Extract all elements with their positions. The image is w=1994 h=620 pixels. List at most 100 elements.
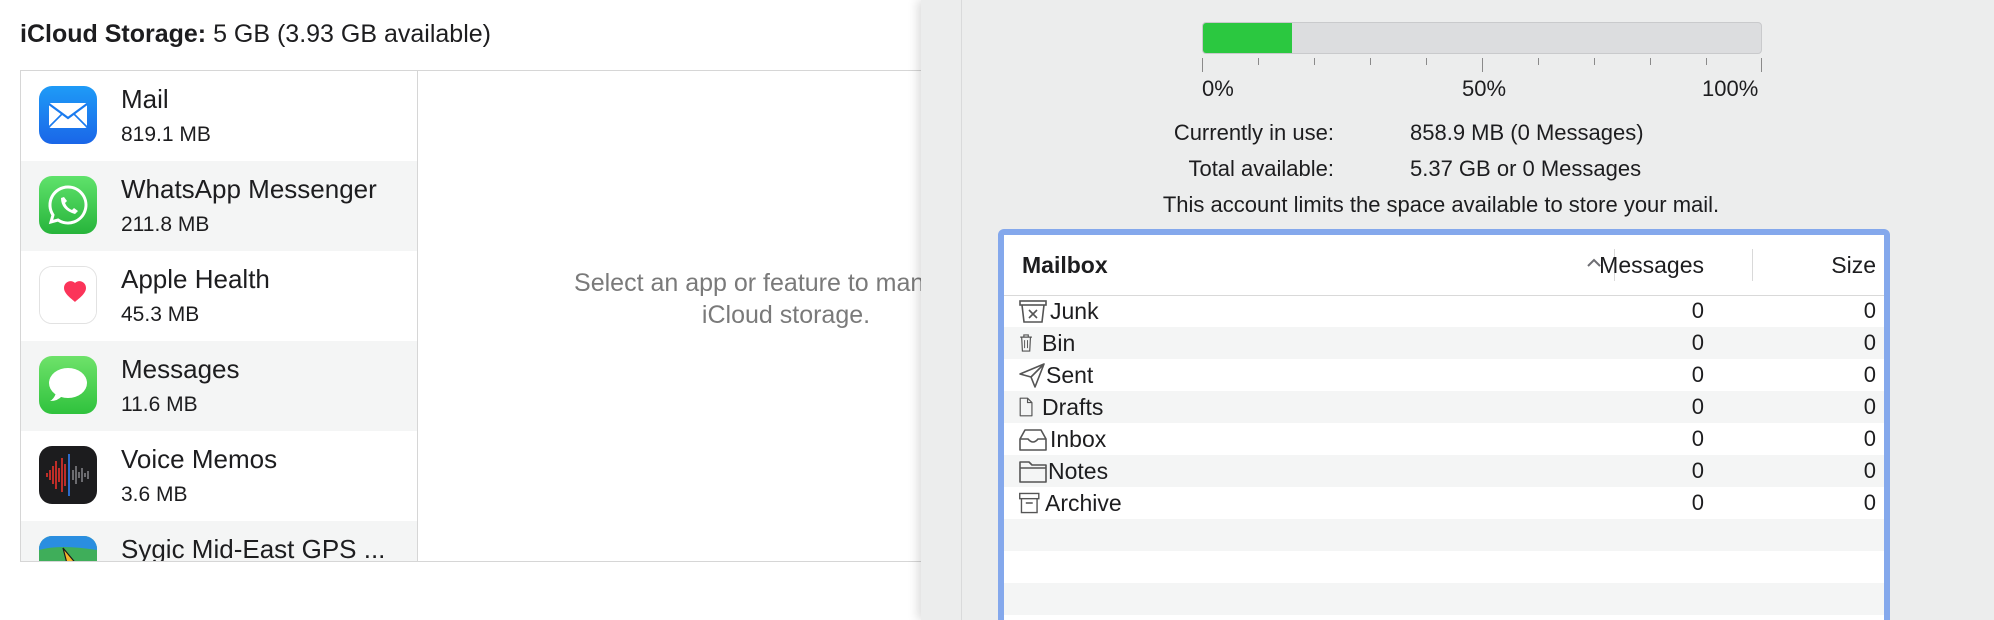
empty-row <box>1004 519 1884 551</box>
app-name: Voice Memos <box>121 444 278 474</box>
tick-label-50: 50% <box>1462 76 1507 101</box>
column-header-messages[interactable]: Messages <box>1599 252 1704 279</box>
in-use-value: 858.9 MB (0 Messages) <box>1410 120 1644 145</box>
mailbox-name: Sent <box>1046 362 1094 388</box>
app-size: 3.6 MB <box>121 483 188 506</box>
table-body: Junk 0 0 Bin 0 0 Sent 0 0 Drafts 0 0 Inb… <box>1004 295 1884 620</box>
empty-row <box>1004 583 1884 615</box>
app-name: Mail <box>121 84 169 114</box>
app-row-messages[interactable]: Messages 11.6 MB <box>21 341 417 431</box>
inbox-tray-icon <box>1019 429 1047 451</box>
app-name: Sygic Mid-East GPS ... <box>121 534 386 562</box>
mailbox-name: Inbox <box>1050 426 1107 452</box>
mailbox-name: Junk <box>1050 298 1099 324</box>
tick-major <box>1761 58 1762 72</box>
messages-icon <box>39 356 97 414</box>
storage-summary: 5 GB (3.93 GB available) <box>213 20 491 48</box>
health-icon <box>39 266 97 324</box>
mailbox-table[interactable]: Mailbox Messages Size Junk 0 0 Bin 0 0 S… <box>998 229 1890 620</box>
mailbox-size: 0 <box>1863 330 1876 355</box>
empty-row <box>1004 615 1884 620</box>
tick-minor <box>1258 58 1259 65</box>
table-row[interactable]: Archive 0 0 <box>1004 487 1884 519</box>
app-row-mail[interactable]: Mail 819.1 MB <box>21 71 417 161</box>
junk-icon <box>1019 300 1047 323</box>
mailbox-size: 0 <box>1863 298 1876 323</box>
app-list[interactable]: Mail 819.1 MB WhatsApp Messenger 211.8 M… <box>21 71 418 562</box>
available-label: Total available: <box>1188 156 1334 181</box>
document-icon <box>1019 397 1033 417</box>
table-row[interactable]: Sent 0 0 <box>1004 359 1884 391</box>
mailbox-size: 0 <box>1863 490 1876 515</box>
mailbox-name: Archive <box>1045 490 1122 516</box>
app-row-voice-memos[interactable]: Voice Memos 3.6 MB <box>21 431 417 521</box>
table-row[interactable]: Junk 0 0 <box>1004 295 1884 327</box>
tick-minor <box>1314 58 1315 65</box>
tick-minor <box>1706 58 1707 65</box>
limit-note: This account limits the space available … <box>1162 192 1720 217</box>
tick-label-100: 100% <box>1702 76 1759 101</box>
empty-row <box>1004 551 1884 583</box>
column-header-mailbox[interactable]: Mailbox <box>1022 252 1108 279</box>
tick-label-0: 0% <box>1202 76 1234 101</box>
mail-icon <box>39 86 97 144</box>
table-row[interactable]: Drafts 0 0 <box>1004 391 1884 423</box>
tick-major <box>1482 58 1483 72</box>
column-header-size[interactable]: Size <box>1831 252 1876 279</box>
paper-plane-icon <box>1019 363 1045 388</box>
mail-storage-sheet: 0% 50% 100% Currently in use: 858.9 MB (… <box>921 0 1994 620</box>
tick-major <box>1202 58 1203 72</box>
sygic-icon <box>39 536 97 561</box>
app-size: 211.8 MB <box>121 213 210 236</box>
app-name: WhatsApp Messenger <box>121 174 377 204</box>
in-use-label: Currently in use: <box>1173 120 1334 145</box>
trash-icon <box>1020 334 1032 352</box>
tick-minor <box>1650 58 1651 65</box>
archive-box-icon <box>1019 492 1040 514</box>
tick-minor <box>1426 58 1427 65</box>
app-size: 819.1 MB <box>121 123 211 146</box>
mail-usage-fill <box>1203 23 1293 53</box>
app-name: Messages <box>121 354 240 384</box>
mailbox-messages: 0 <box>1691 330 1704 355</box>
usage-ticks <box>1202 58 1762 72</box>
tick-minor <box>1594 58 1595 65</box>
app-size: 45.3 MB <box>121 303 200 326</box>
column-separator[interactable] <box>1752 249 1753 281</box>
mailbox-messages: 0 <box>1691 298 1704 323</box>
table-row[interactable]: Notes 0 0 <box>1004 455 1884 487</box>
mailbox-size: 0 <box>1863 426 1876 451</box>
mailbox-messages: 0 <box>1691 362 1704 387</box>
detail-placeholder: Select an app or feature to manage its i… <box>574 269 925 329</box>
icloud-storage-pane: iCloud Storage: 5 GB (3.93 GB available)… <box>0 0 925 620</box>
mailbox-messages: 0 <box>1691 426 1704 451</box>
storage-header: iCloud Storage: 5 GB (3.93 GB available) <box>20 20 491 49</box>
app-row-apple-health[interactable]: Apple Health 45.3 MB <box>21 251 417 341</box>
folder-icon <box>1019 461 1047 483</box>
table-row[interactable]: Bin 0 0 <box>1004 327 1884 359</box>
mail-usage-bar <box>1202 22 1762 54</box>
table-row[interactable]: Inbox 0 0 <box>1004 423 1884 455</box>
mailbox-size: 0 <box>1863 362 1876 387</box>
mailbox-messages: 0 <box>1691 458 1704 483</box>
table-header: Mailbox Messages Size <box>1004 235 1884 296</box>
app-size: 11.6 MB <box>121 393 198 416</box>
app-list-container: Mail 819.1 MB WhatsApp Messenger 211.8 M… <box>20 70 925 562</box>
mailbox-size: 0 <box>1863 394 1876 419</box>
app-name: Apple Health <box>121 264 270 294</box>
mailbox-name: Bin <box>1042 330 1076 356</box>
whatsapp-icon <box>39 176 97 234</box>
app-row-whatsapp[interactable]: WhatsApp Messenger 211.8 MB <box>21 161 417 251</box>
tick-minor <box>1538 58 1539 65</box>
voice-memos-icon <box>39 446 97 504</box>
mailbox-name: Drafts <box>1042 394 1104 420</box>
sheet-edge-divider <box>961 0 962 620</box>
mailbox-messages: 0 <box>1691 394 1704 419</box>
mailbox-size: 0 <box>1863 458 1876 483</box>
mailbox-name: Notes <box>1048 458 1109 484</box>
tick-minor <box>1370 58 1371 65</box>
mailbox-messages: 0 <box>1691 490 1704 515</box>
app-row-sygic[interactable]: Sygic Mid-East GPS ... <box>21 521 417 562</box>
available-value: 5.37 GB or 0 Messages <box>1410 156 1642 181</box>
storage-label: iCloud Storage: <box>20 20 207 48</box>
